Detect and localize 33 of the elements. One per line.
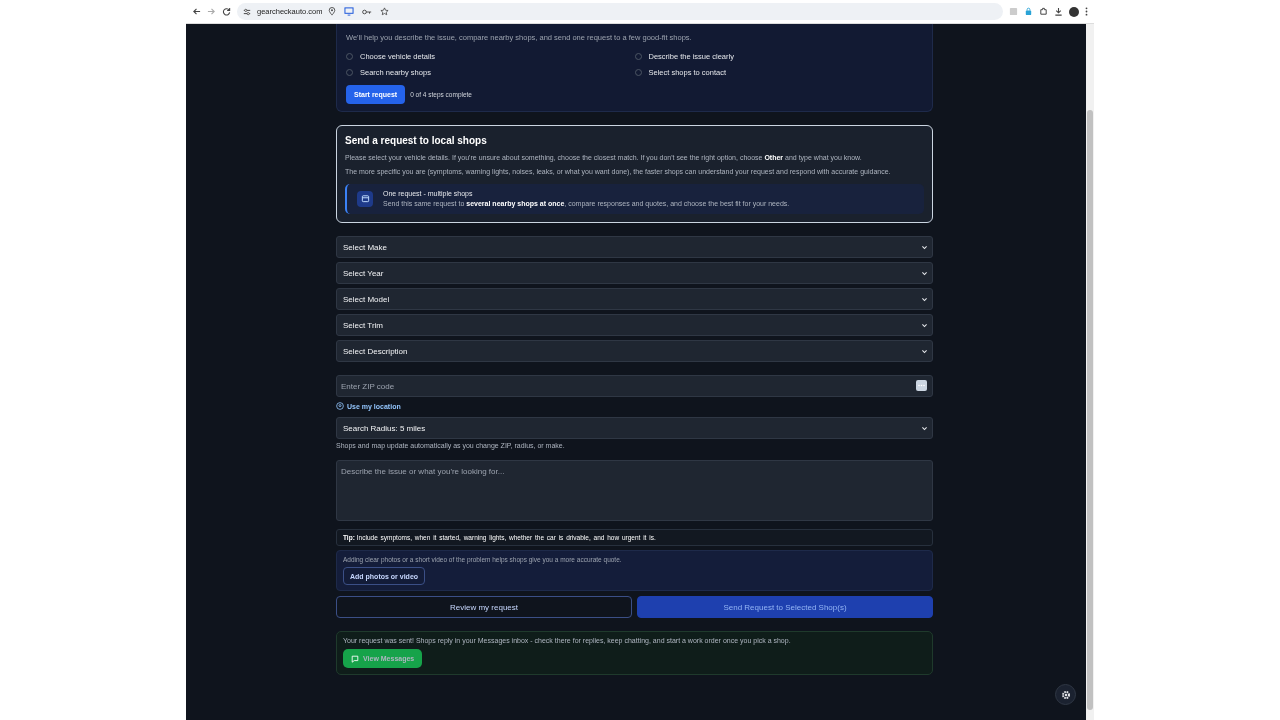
select-dropdown[interactable]: Select Trim (336, 314, 933, 336)
location-pin-icon[interactable] (328, 7, 337, 16)
chevron-down-icon (921, 269, 928, 277)
monitor-icon[interactable] (344, 7, 355, 16)
profile-avatar-icon[interactable] (1069, 6, 1079, 17)
zip-field[interactable]: Enter ZIP code (336, 375, 933, 397)
back-icon[interactable] (192, 7, 201, 16)
autofill-icon[interactable] (916, 380, 927, 391)
select-dropdown[interactable]: Select Description (336, 340, 933, 362)
chevron-down-icon (921, 347, 928, 355)
description-field[interactable]: Describe the issue or what you're looking for... (336, 460, 933, 521)
select-dropdown[interactable]: Select Model (336, 288, 933, 310)
chevron-down-icon (921, 295, 928, 303)
star-icon[interactable] (380, 7, 390, 16)
reload-icon[interactable] (222, 7, 231, 16)
location-pin-icon (336, 402, 344, 410)
settings-icon[interactable] (1055, 684, 1076, 705)
menu-icon[interactable] (1085, 7, 1088, 16)
card-title: Send a request to local shops (345, 135, 488, 146)
lock-icon[interactable] (1024, 7, 1033, 16)
message-icon (351, 654, 359, 663)
radius-dropdown[interactable]: Search Radius: 5 miles (336, 417, 933, 439)
download-icon[interactable] (1054, 7, 1063, 16)
select-dropdown[interactable]: Select Year (336, 262, 933, 284)
review-button[interactable]: Review my request (336, 596, 632, 618)
chevron-down-icon (921, 424, 928, 432)
site-settings-icon[interactable] (243, 7, 251, 16)
select-dropdown[interactable]: Select Make (336, 236, 933, 258)
key-icon[interactable] (362, 7, 373, 16)
chevron-down-icon (921, 321, 928, 329)
storefront-icon (357, 190, 373, 207)
send-request-button[interactable]: Send Request to Selected Shop(s) (637, 596, 933, 618)
chevron-down-icon (921, 243, 928, 251)
